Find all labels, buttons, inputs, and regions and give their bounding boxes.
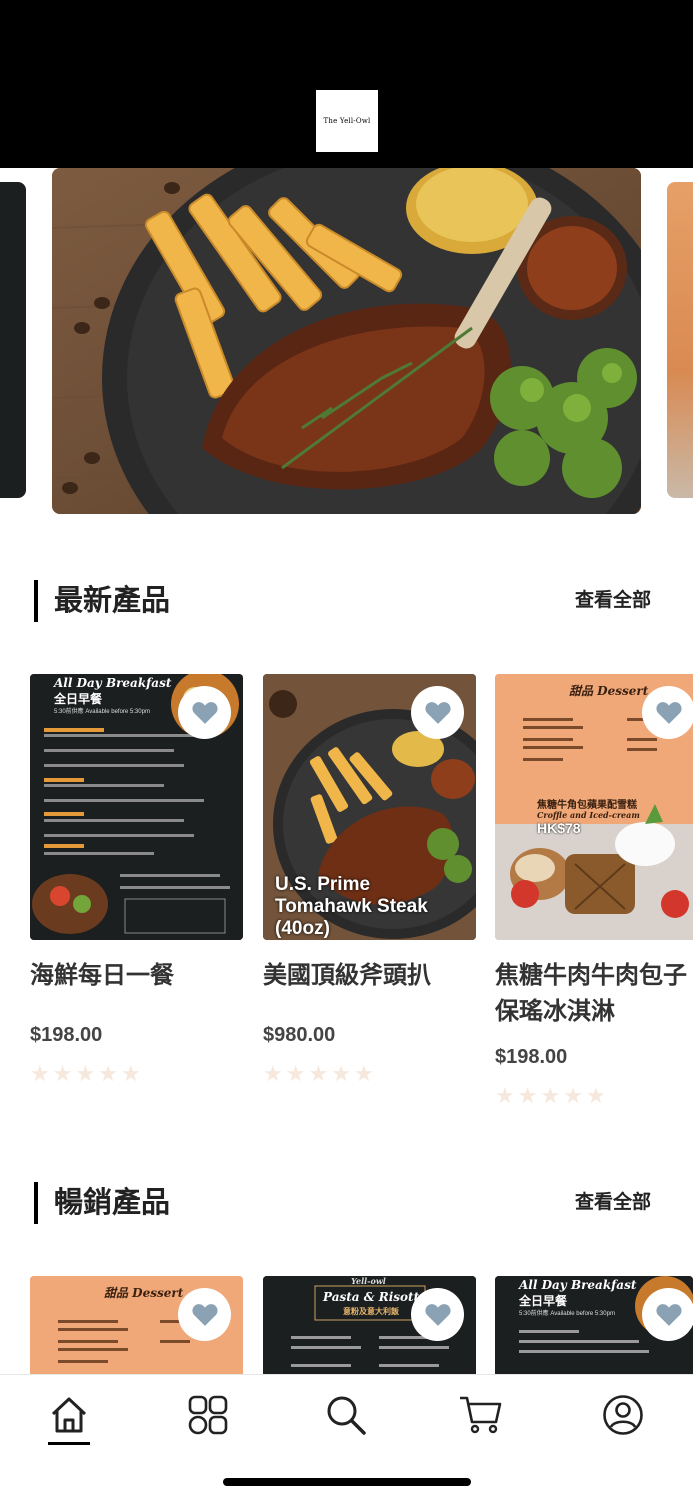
favorite-button[interactable] xyxy=(411,1288,464,1341)
nav-search[interactable] xyxy=(316,1385,376,1445)
star-icon: ★ xyxy=(331,1061,351,1086)
product-name[interactable]: 海鮮每日一餐 xyxy=(30,958,243,994)
app-header: The Yell-Owl xyxy=(0,0,693,168)
hero-slide-steak[interactable] xyxy=(52,168,641,514)
home-icon xyxy=(51,1397,87,1433)
heart-icon xyxy=(191,1304,218,1326)
star-icon: ★ xyxy=(98,1061,118,1086)
user-icon xyxy=(603,1395,643,1435)
search-icon xyxy=(327,1396,366,1435)
active-indicator xyxy=(48,1442,90,1445)
brand-logo[interactable]: The Yell-Owl xyxy=(316,90,378,152)
favorite-button[interactable] xyxy=(178,686,231,739)
star-icon: ★ xyxy=(52,1061,73,1086)
product-name[interactable]: 美國頂級斧頭扒 xyxy=(263,958,476,994)
latest-section-header: 最新產品 查看全部 xyxy=(34,580,659,622)
product-name[interactable]: 焦糖牛肉牛肉包子保瑤冰淇淋 xyxy=(495,958,693,1030)
poster-title: All Day Breakfast xyxy=(54,676,172,690)
bestseller-section-header: 暢銷產品 查看全部 xyxy=(34,1182,659,1224)
star-icon: ★ xyxy=(495,1083,515,1108)
view-all-bestseller-link[interactable]: 查看全部 xyxy=(575,1182,651,1224)
poster-subtitle: 全日早餐 xyxy=(54,692,103,706)
cart-icon xyxy=(460,1396,502,1434)
heart-icon xyxy=(655,1304,682,1326)
section-title-latest: 最新產品 xyxy=(54,585,171,617)
home-indicator[interactable] xyxy=(223,1478,471,1486)
nav-categories[interactable] xyxy=(178,1385,238,1445)
section-title-bestseller: 暢銷產品 xyxy=(54,1187,171,1219)
product-image[interactable]: All Day Breakfast 全日早餐 5:30前供應 Available… xyxy=(30,674,243,940)
star-icon: ★ xyxy=(285,1061,306,1086)
star-icon: ★ xyxy=(585,1083,606,1108)
star-icon: ★ xyxy=(75,1061,96,1086)
product-image[interactable]: U.S. Prime Tomahawk Steak (40oz) xyxy=(263,674,476,940)
star-icon: ★ xyxy=(563,1083,583,1108)
product-price: $198.00 xyxy=(495,1046,568,1068)
product-card[interactable]: Yell-owl Pasta & Risotto 意粉及意大利飯 xyxy=(263,1276,476,1374)
section-accent-bar xyxy=(34,580,38,622)
product-price: $198.00 xyxy=(30,1024,103,1046)
poster-title: 甜品 Dessert xyxy=(104,1286,184,1300)
rating-stars: ★ ★ ★ ★ ★ xyxy=(263,1063,476,1085)
star-icon: ★ xyxy=(517,1083,538,1108)
rating-stars: ★ ★ ★ ★ ★ xyxy=(30,1063,243,1085)
nav-cart[interactable] xyxy=(450,1385,510,1445)
favorite-button[interactable] xyxy=(642,1288,693,1341)
heart-icon xyxy=(424,1304,451,1326)
product-image[interactable]: 甜品 Dessert 焦糖牛角包蘋果配雪糕 Croffle and Iced-c… xyxy=(495,674,693,940)
poster-subtitle: 意粉及意大利飯 xyxy=(343,1307,399,1316)
product-price: $980.00 xyxy=(263,1024,336,1046)
poster-title: U.S. Prime Tomahawk Steak xyxy=(275,874,428,917)
poster-note: 5:30前供應 Available before 5:30pm xyxy=(54,709,150,715)
poster-title: Pasta & Risotto xyxy=(323,1290,428,1304)
grid-icon xyxy=(188,1395,228,1435)
star-icon: ★ xyxy=(120,1061,141,1086)
poster-subtitle: 全日早餐 xyxy=(519,1294,568,1308)
poster-note: 5:30前供應 Available before 5:30pm xyxy=(519,1311,615,1317)
section-accent-bar xyxy=(34,1182,38,1224)
product-card[interactable]: All Day Breakfast 全日早餐 5:30前供應 Available… xyxy=(30,674,243,1085)
heart-icon xyxy=(424,702,451,724)
star-icon: ★ xyxy=(263,1061,283,1086)
nav-profile[interactable] xyxy=(593,1385,653,1445)
steak-hero-image xyxy=(52,168,641,514)
hero-carousel[interactable] xyxy=(0,168,693,528)
logo-text: The Yell-Owl xyxy=(323,117,371,125)
bestseller-products-row[interactable]: 甜品 Dessert Yell-owl Pasta & Risotto 意粉及意… xyxy=(0,1276,693,1374)
poster-subtitle: 焦糖牛角包蘋果配雪糕 xyxy=(537,800,637,811)
heart-icon xyxy=(191,702,218,724)
product-card[interactable]: 甜品 Dessert xyxy=(30,1276,243,1374)
favorite-button[interactable] xyxy=(178,1288,231,1341)
nav-home[interactable] xyxy=(39,1385,99,1445)
product-card[interactable]: 甜品 Dessert 焦糖牛角包蘋果配雪糕 Croffle and Iced-c… xyxy=(495,674,693,1107)
poster-subtitle: (40oz) xyxy=(275,918,330,939)
latest-products-row[interactable]: All Day Breakfast 全日早餐 5:30前供應 Available… xyxy=(0,674,693,1114)
heart-icon xyxy=(655,702,682,724)
poster-note: Croffle and Iced-cream xyxy=(537,810,640,820)
star-icon: ★ xyxy=(30,1061,50,1086)
product-card[interactable]: U.S. Prime Tomahawk Steak (40oz) 美國頂級斧頭扒… xyxy=(263,674,476,1085)
star-icon: ★ xyxy=(540,1083,561,1108)
poster-title: All Day Breakfast xyxy=(519,1278,637,1292)
favorite-button[interactable] xyxy=(411,686,464,739)
poster-title: 甜品 Dessert xyxy=(569,684,649,698)
hero-prev-slide[interactable] xyxy=(0,182,26,498)
poster-price: HK$78 xyxy=(537,820,581,836)
product-image[interactable]: All Day Breakfast 全日早餐 5:30前供應 Available… xyxy=(495,1276,693,1374)
star-icon: ★ xyxy=(353,1061,374,1086)
product-card[interactable]: All Day Breakfast 全日早餐 5:30前供應 Available… xyxy=(495,1276,693,1374)
hero-next-slide[interactable] xyxy=(667,182,693,498)
star-icon: ★ xyxy=(308,1061,329,1086)
rating-stars: ★ ★ ★ ★ ★ xyxy=(495,1085,693,1107)
product-image[interactable]: 甜品 Dessert xyxy=(30,1276,243,1374)
poster-note: Yell-owl xyxy=(351,1276,386,1286)
view-all-latest-link[interactable]: 查看全部 xyxy=(575,580,651,622)
favorite-button[interactable] xyxy=(642,686,693,739)
product-image[interactable]: Yell-owl Pasta & Risotto 意粉及意大利飯 xyxy=(263,1276,476,1374)
